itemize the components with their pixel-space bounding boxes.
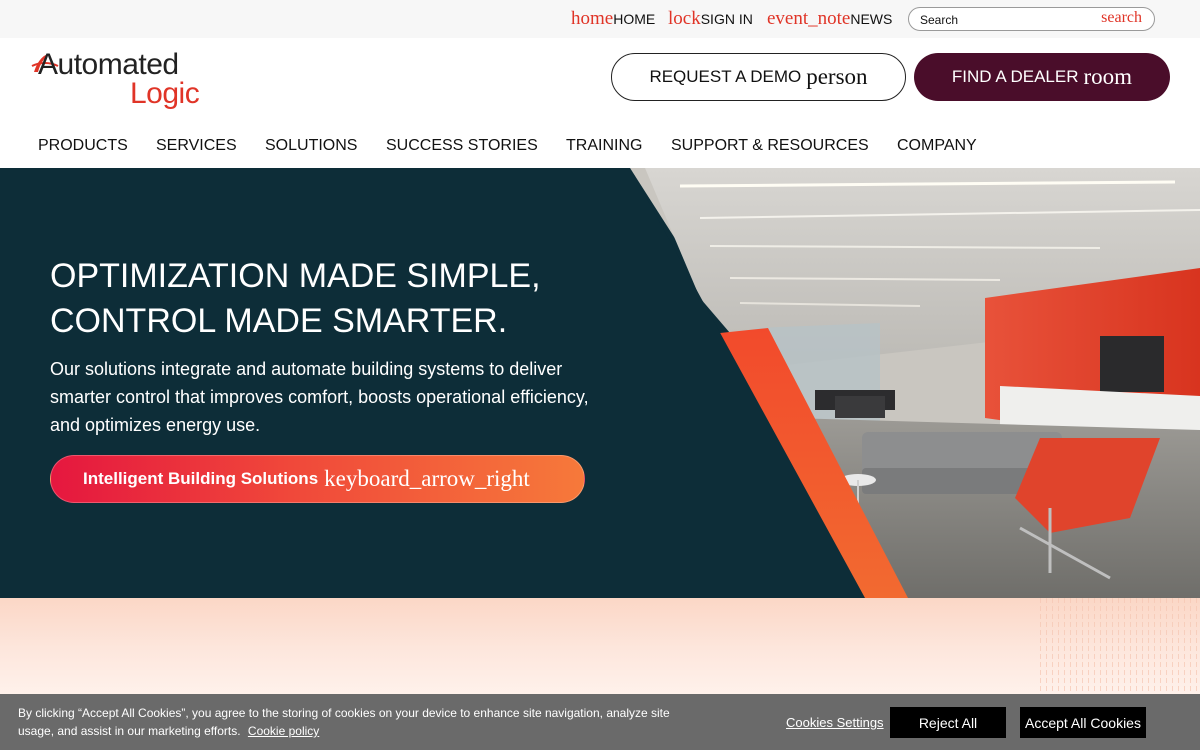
nav-item-services[interactable]: SERVICES bbox=[156, 137, 237, 155]
hero-title-line1: OPTIMIZATION MADE SIMPLE, bbox=[50, 257, 541, 295]
home-icon: home bbox=[571, 8, 614, 29]
utility-link-sign-in[interactable]: lock SIGN IN bbox=[668, 8, 753, 30]
request-demo-label: REQUEST A DEMO bbox=[649, 67, 802, 86]
cookie-message: By clicking “Accept All Cookies”, you ag… bbox=[18, 704, 698, 740]
hero-title: OPTIMIZATION MADE SIMPLE, CONTROL MADE S… bbox=[50, 254, 541, 344]
utility-bar: home HOME lock SIGN IN event_note NEWS s… bbox=[0, 0, 1200, 38]
hero-title-line2: CONTROL MADE SMARTER. bbox=[50, 302, 508, 340]
search-box: search bbox=[908, 7, 1155, 31]
lock-icon: lock bbox=[668, 8, 701, 29]
nav-item-success-stories[interactable]: SUCCESS STORIES bbox=[386, 137, 538, 155]
utility-link-news[interactable]: event_note NEWS bbox=[767, 8, 892, 30]
logo-line2: Logic bbox=[130, 77, 200, 110]
utility-sign-in-label: SIGN IN bbox=[700, 11, 753, 27]
person-icon: person bbox=[806, 64, 868, 89]
cookie-policy-link[interactable]: Cookie policy bbox=[248, 724, 319, 738]
nav-item-company[interactable]: COMPANY bbox=[897, 137, 977, 155]
main-nav: PRODUCTS SERVICES SOLUTIONS SUCCESS STOR… bbox=[0, 128, 1200, 164]
cookie-message-text: By clicking “Accept All Cookies”, you ag… bbox=[18, 706, 670, 738]
search-input[interactable] bbox=[920, 11, 1090, 28]
request-demo-button[interactable]: REQUEST A DEMO person bbox=[611, 53, 906, 101]
event-note-icon: event_note bbox=[767, 8, 851, 29]
search-icon[interactable]: search bbox=[1101, 9, 1142, 27]
find-dealer-label: FIND A DEALER bbox=[951, 67, 1079, 86]
room-icon: room bbox=[1083, 64, 1133, 89]
cookie-banner: By clicking “Accept All Cookies”, you ag… bbox=[0, 694, 1200, 750]
keyboard-arrow-right-icon: keyboard_arrow_right bbox=[324, 466, 530, 491]
hero-banner: OPTIMIZATION MADE SIMPLE, CONTROL MADE S… bbox=[0, 168, 1200, 598]
lower-band-pattern bbox=[1040, 598, 1200, 698]
nav-item-training[interactable]: TRAINING bbox=[566, 137, 642, 155]
automated-logic-logo[interactable]: Automated Logic bbox=[30, 48, 205, 110]
nav-item-solutions[interactable]: SOLUTIONS bbox=[265, 137, 357, 155]
nav-item-products[interactable]: PRODUCTS bbox=[38, 137, 128, 155]
utility-home-label: HOME bbox=[613, 11, 656, 27]
accept-all-cookies-button[interactable]: Accept All Cookies bbox=[1020, 707, 1146, 738]
nav-item-support-resources[interactable]: SUPPORT & RESOURCES bbox=[671, 137, 869, 155]
hero-cta-label: Intelligent Building Solutions bbox=[83, 469, 319, 488]
utility-link-home[interactable]: home HOME bbox=[571, 8, 655, 30]
intelligent-building-solutions-button[interactable]: Intelligent Building Solutions keyboard_… bbox=[50, 455, 585, 503]
cookies-settings-link[interactable]: Cookies Settings bbox=[786, 715, 884, 730]
find-dealer-button[interactable]: FIND A DEALER room bbox=[914, 53, 1170, 101]
utility-news-label: NEWS bbox=[850, 11, 893, 27]
reject-all-button[interactable]: Reject All bbox=[890, 707, 1006, 738]
hero-description: Our solutions integrate and automate bui… bbox=[50, 359, 589, 435]
lower-section-background bbox=[0, 598, 1200, 698]
